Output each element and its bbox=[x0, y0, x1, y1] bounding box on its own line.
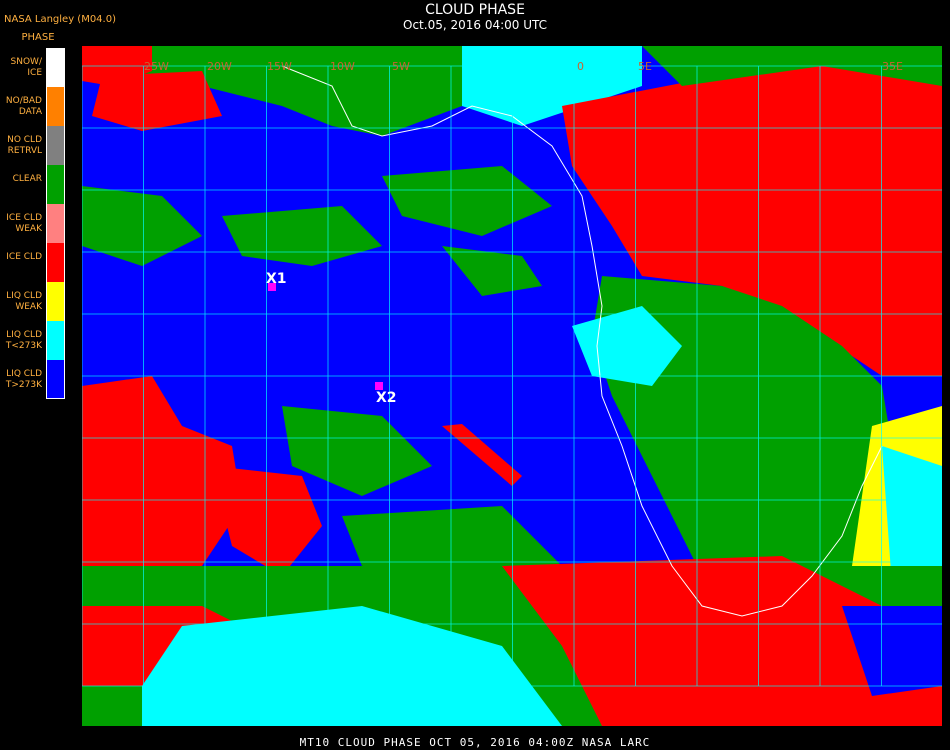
legend-item-clear: CLEAR bbox=[0, 165, 66, 204]
longitude-label: 35E bbox=[882, 60, 903, 73]
legend-swatch bbox=[46, 321, 65, 360]
legend-swatch bbox=[46, 204, 65, 243]
legend-swatch bbox=[46, 165, 65, 204]
longitude-label: 5E bbox=[638, 60, 652, 73]
legend-item-liquid-cloud-weak: LIQ CLD WEAK bbox=[0, 282, 66, 321]
legend-label: ICE CLD bbox=[6, 252, 42, 262]
legend-item-snow-ice: SNOW/ ICE bbox=[0, 48, 66, 87]
legend-label: NO/BAD DATA bbox=[5, 96, 42, 117]
legend-swatch bbox=[46, 48, 65, 87]
cloud-phase-map[interactable]: 25W 20W 15W 10W 5W 0 5E 35E X1 X2 bbox=[82, 46, 942, 726]
phase-legend: SNOW/ ICE NO/BAD DATA NO CLD RETRVL CLEA… bbox=[0, 48, 66, 399]
longitude-label: 0 bbox=[577, 60, 584, 73]
longitude-label: 5W bbox=[392, 60, 410, 73]
longitude-label: 25W bbox=[144, 60, 169, 73]
legend-swatch bbox=[46, 87, 65, 126]
marker-label-x2: X2 bbox=[376, 390, 397, 406]
legend-label: CLEAR bbox=[12, 174, 42, 184]
legend-item-ice-cloud: ICE CLD bbox=[0, 243, 66, 282]
legend-heading: PHASE bbox=[21, 32, 55, 43]
liquid-cold-patch-east bbox=[882, 446, 942, 586]
legend-label: LIQ CLD T>273K bbox=[5, 369, 42, 390]
legend-swatch bbox=[46, 126, 65, 165]
legend-label: ICE CLD WEAK bbox=[6, 213, 42, 234]
longitude-label: 15W bbox=[267, 60, 292, 73]
legend-swatch bbox=[46, 282, 65, 321]
legend-item-ice-cloud-weak: ICE CLD WEAK bbox=[0, 204, 66, 243]
longitude-label: 20W bbox=[207, 60, 232, 73]
legend-item-liquid-cloud-warm: LIQ CLD T>273K bbox=[0, 360, 66, 399]
marker-label-x1: X1 bbox=[266, 271, 287, 287]
map-timestamp: Oct.05, 2016 04:00 UTC bbox=[403, 18, 547, 32]
legend-label: NO CLD RETRVL bbox=[7, 135, 42, 156]
legend-item-liquid-cloud-cold: LIQ CLD T<273K bbox=[0, 321, 66, 360]
legend-label: LIQ CLD T<273K bbox=[5, 330, 42, 351]
longitude-label: 10W bbox=[330, 60, 355, 73]
legend-item-no-cloud-retrieval: NO CLD RETRVL bbox=[0, 126, 66, 165]
legend-swatch bbox=[46, 243, 65, 282]
map-title: CLOUD PHASE bbox=[425, 2, 525, 18]
footer-caption: MT10 CLOUD PHASE OCT 05, 2016 04:00Z NAS… bbox=[299, 736, 651, 749]
legend-label: SNOW/ ICE bbox=[10, 57, 42, 78]
legend-swatch bbox=[46, 360, 65, 399]
marker-x2[interactable] bbox=[375, 382, 383, 390]
legend-item-no-bad-data: NO/BAD DATA bbox=[0, 87, 66, 126]
legend-label: LIQ CLD WEAK bbox=[6, 291, 42, 312]
